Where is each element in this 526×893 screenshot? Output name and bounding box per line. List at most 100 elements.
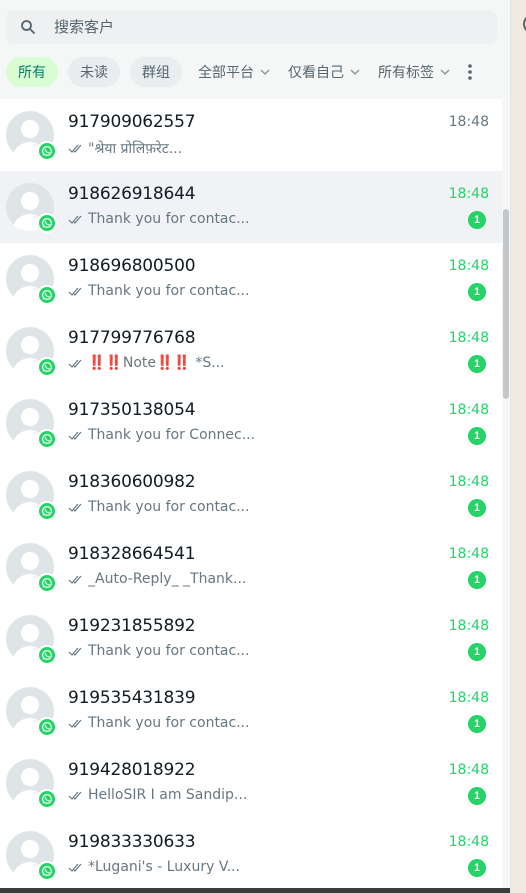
message-preview: _Auto-Reply_ _Thank... [68,571,246,587]
message-time: 18:48 [448,186,489,202]
message-preview: "श्रेया प्रोलिफ़रेट... [68,139,182,158]
contact-name: 917799776768 [68,328,196,348]
conversation-row[interactable]: 919535431839 18:48 Thank you for contac.… [0,675,502,747]
double-check-icon [68,359,82,368]
contact-name: 918328664541 [68,544,196,564]
message-time: 18:48 [448,618,489,634]
message-preview-text: "श्रेया प्रोलिफ़रेट... [88,141,183,157]
unread-count-badge: 1 [468,715,486,733]
message-time: 18:48 [448,330,489,346]
message-preview-text: Thank you for contac... [88,283,250,299]
chevron-down-icon [350,69,360,75]
chevron-down-icon [440,69,450,75]
platform-dropdown-label: 全部平台 [198,65,254,81]
owner-dropdown[interactable]: 仅看自己 [288,62,360,82]
whatsapp-icon [37,645,57,665]
platform-dropdown[interactable]: 全部平台 [198,62,270,82]
message-time: 18:48 [448,474,489,490]
search-input[interactable] [54,18,434,36]
conversation-row[interactable]: 917799776768 18:48 ‼️‼️Note‼️‼️ *S... 1 [0,315,502,387]
contact-name: 919535431839 [68,688,196,708]
message-preview: Thank you for contac... [68,715,250,731]
filter-chip-unread[interactable]: 未读 [68,57,120,87]
message-preview: *Lugani's - Luxury V... [68,859,240,875]
message-preview-text: Thank you for contac... [88,643,250,659]
conversation-row[interactable]: 918696800500 18:48 Thank you for contac.… [0,243,502,315]
contact-name: 919231855892 [68,616,196,636]
conversation-row[interactable]: 919428018922 18:48 HelloSIR I am Sandip.… [0,747,502,819]
double-check-icon [68,431,82,440]
unread-count-badge: 1 [468,859,486,877]
conversation-row[interactable]: 919231855892 18:48 Thank you for contac.… [0,603,502,675]
conversation-row[interactable]: 918328664541 18:48 _Auto-Reply_ _Thank..… [0,531,502,603]
message-preview-text: *Lugani's - Luxury V... [88,859,240,875]
bottom-edge [0,888,510,893]
contact-name: 918360600982 [68,472,196,492]
contact-name: 919428018922 [68,760,196,780]
chat-list-panel: 所有 未读 群组 全部平台 仅看自己 所有标签 [0,0,510,893]
search-bar[interactable] [6,10,497,44]
owner-dropdown-label: 仅看自己 [288,65,344,81]
whatsapp-icon [37,717,57,737]
unread-count-badge: 1 [468,571,486,589]
message-time: 18:48 [448,762,489,778]
more-options-icon[interactable] [464,63,476,81]
message-preview: Thank you for contac... [68,283,250,299]
unread-count-badge: 1 [468,643,486,661]
unread-count-badge: 1 [468,211,486,229]
whatsapp-icon [37,285,57,305]
filter-bar: 所有 未读 群组 全部平台 仅看自己 所有标签 [6,56,506,88]
unread-count-badge: 1 [468,283,486,301]
double-check-icon [68,647,82,656]
unread-count-badge: 1 [468,499,486,517]
message-preview-text: Thank you for contac... [88,499,250,515]
double-check-icon [68,215,82,224]
whatsapp-icon [37,357,57,377]
double-check-icon [68,575,82,584]
tags-dropdown[interactable]: 所有标签 [378,62,450,82]
conversation-list: 917909062557 18:48 "श्रेया प्रोलिफ़रेट..… [0,99,502,891]
message-time: 18:48 [448,114,489,130]
message-preview-text: Thank you for Connec... [88,427,256,443]
message-preview: Thank you for Connec... [68,427,255,443]
whatsapp-icon [37,501,57,521]
conversation-row[interactable]: 918360600982 18:48 Thank you for contac.… [0,459,502,531]
double-check-icon [68,503,82,512]
conversation-pane-edge [510,0,526,893]
whatsapp-icon [37,141,57,161]
contact-name: 917909062557 [68,112,196,132]
message-time: 18:48 [448,402,489,418]
unread-count-badge: 1 [468,427,486,445]
contact-name: 918696800500 [68,256,196,276]
double-check-icon [68,719,82,728]
message-time: 18:48 [448,834,489,850]
message-time: 18:48 [448,690,489,706]
double-check-icon [68,863,82,872]
contact-name: 917350138054 [68,400,196,420]
scrollbar[interactable] [502,99,510,893]
conversation-row[interactable]: 918626918644 18:48 Thank you for contac.… [0,171,502,243]
message-preview-text: _Auto-Reply_ _Thank... [88,571,247,587]
search-icon [21,20,35,34]
conversation-row[interactable]: 919833330633 18:48 *Lugani's - Luxury V.… [0,819,502,891]
whatsapp-icon [37,789,57,809]
conversation-row[interactable]: 917350138054 18:48 Thank you for Connec.… [0,387,502,459]
message-preview-text: HelloSIR I am Sandip... [88,787,248,803]
message-preview: ‼️‼️Note‼️‼️ *S... [68,355,225,371]
message-preview: Thank you for contac... [68,211,250,227]
double-check-icon [68,791,82,800]
scrollbar-thumb[interactable] [503,209,509,399]
conversation-row[interactable]: 917909062557 18:48 "श्रेया प्रोलिफ़रेट..… [0,99,502,171]
message-time: 18:48 [448,258,489,274]
message-preview-text: Thank you for contac... [88,211,250,227]
message-preview: Thank you for contac... [68,643,250,659]
unread-count-badge: 1 [468,355,486,373]
filter-chip-groups[interactable]: 群组 [130,57,182,87]
message-preview-text: Thank you for contac... [88,715,250,731]
whatsapp-icon [37,573,57,593]
unread-count-badge: 1 [468,787,486,805]
message-time: 18:48 [448,546,489,562]
filter-chip-all[interactable]: 所有 [6,57,58,87]
double-check-icon [68,144,82,153]
tags-dropdown-label: 所有标签 [378,65,434,81]
